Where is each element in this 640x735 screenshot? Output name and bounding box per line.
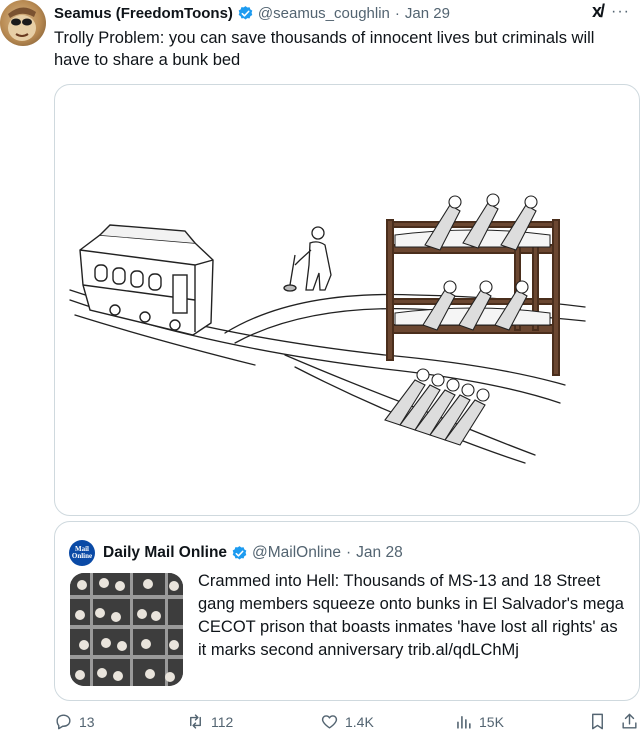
views-button[interactable]: 15K [454,712,504,731]
separator: · [394,4,400,22]
repost-button[interactable]: 112 [186,712,233,731]
quoted-author-handle[interactable]: @MailOnline [252,544,341,562]
repost-count: 112 [211,713,234,730]
quoted-tweet[interactable]: Mail Online Daily Mail Online @MailOnlin… [54,521,640,701]
tweet-actions: 13 112 1.4K 15K [54,712,640,734]
tweet-image[interactable] [54,84,640,516]
like-button[interactable]: 1.4K [320,712,374,731]
analytics-icon [457,715,471,729]
grok-icon[interactable]: x/ [592,1,605,22]
avatar[interactable] [0,0,46,46]
share-button[interactable] [620,712,639,731]
author-name[interactable]: Seamus (FreedomToons) [54,5,233,22]
reply-button[interactable]: 13 [54,712,95,731]
mailonline-avatar[interactable]: Mail Online [69,540,95,566]
quoted-tweet-text: Crammed into Hell: Thousands of MS-13 an… [198,572,624,659]
repost-icon [190,714,201,729]
tweet-date[interactable]: Jan 29 [405,5,450,22]
tweet-header: Seamus (FreedomToons) @seamus_coughlin ·… [54,1,630,23]
quoted-thumbnail[interactable] [70,573,183,686]
separator: · [346,544,352,561]
tweet-text: Trolly Problem: you can save thousands o… [54,29,595,69]
reply-count: 13 [79,713,95,730]
verified-badge-icon [238,5,253,20]
bookmark-icon [592,713,603,730]
mailonline-logo-line2: Online [71,552,93,560]
views-count: 15K [479,713,504,730]
reply-icon [56,714,71,730]
bookmark-button[interactable] [588,712,607,731]
like-count: 1.4K [345,713,374,730]
quoted-tweet-date[interactable]: Jan 28 [356,544,403,562]
heart-icon [321,715,338,729]
more-options-icon[interactable]: ··· [611,3,630,21]
author-handle[interactable]: @seamus_coughlin [258,5,390,22]
verified-badge-icon [232,545,247,560]
quoted-tweet-header: Mail Online Daily Mail Online @MailOnlin… [69,540,403,566]
trolley-problem-drawing [69,193,586,464]
quoted-author-name[interactable]: Daily Mail Online [103,544,227,562]
share-icon [622,713,637,729]
